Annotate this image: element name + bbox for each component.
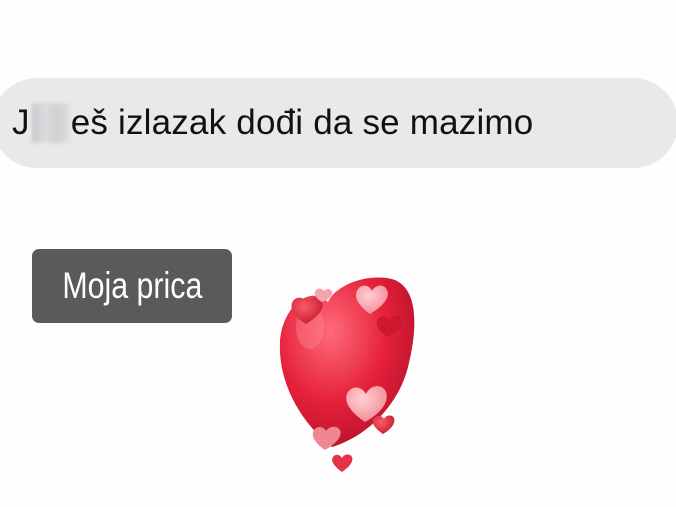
message-text-prefix: J [12,103,30,142]
small-heart-icon [332,454,353,472]
redacted-name-blur [31,103,70,143]
hearts-sticker-icon[interactable] [270,272,430,482]
small-heart-icon [312,426,341,450]
story-label-sticker[interactable]: Moja prica [32,249,232,323]
message-bubble[interactable]: Ješ izlazak dođi da se mazimo [0,78,676,168]
message-text: Ješ izlazak dođi da se mazimo [12,103,533,143]
small-heart-icon [372,415,395,434]
story-label-text: Moja prica [62,265,202,306]
message-text-suffix: eš izlazak dođi da se mazimo [70,103,534,142]
